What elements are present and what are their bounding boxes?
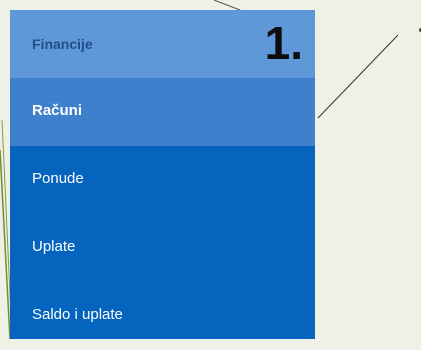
menu-item-uplate[interactable]: Uplate — [10, 214, 315, 282]
menu-item-label: Saldo i uplate — [32, 306, 123, 323]
menu-item-saldo-i-uplate[interactable]: Saldo i uplate — [10, 282, 315, 350]
menu-item-racuni[interactable]: Računi — [10, 78, 315, 146]
menu-item-ponude[interactable]: Ponude — [10, 146, 315, 214]
finance-menu: Financije 1. Računi Ponude Uplate Saldo … — [10, 10, 315, 339]
menu-item-label: Ponude — [32, 170, 84, 187]
menu-item-label: Uplate — [32, 238, 76, 255]
menu-item-label: Računi — [32, 102, 83, 119]
step-number-badge: 1. — [264, 17, 303, 69]
menu-header: Financije 1. — [10, 10, 315, 78]
menu-header-title: Financije — [32, 36, 93, 52]
